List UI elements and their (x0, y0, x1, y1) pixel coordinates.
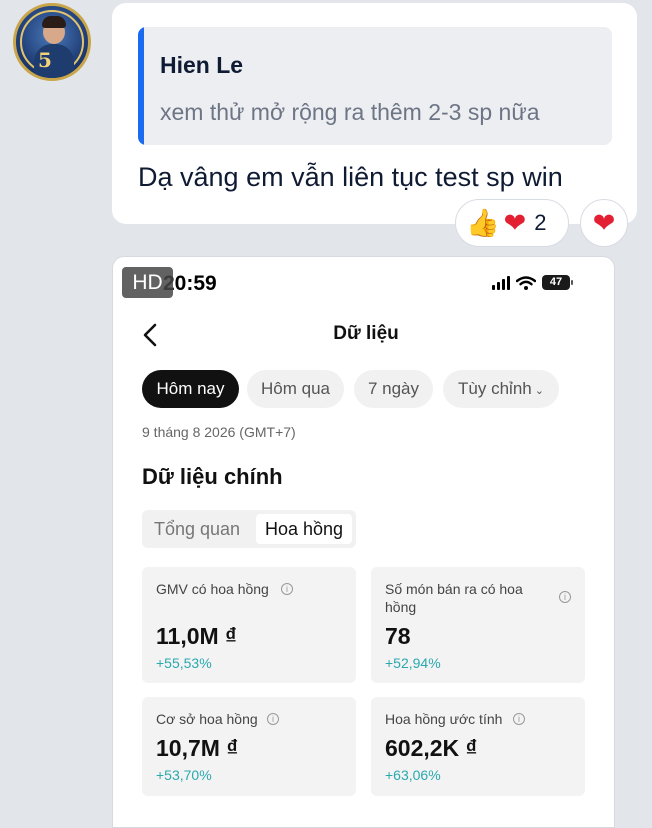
battery-icon: 47 (542, 275, 573, 290)
cellular-signal-icon (492, 276, 510, 290)
thumbs-up-icon: 👍 (466, 207, 500, 239)
metric-title: Cơ sở hoa hồng (156, 711, 258, 727)
metric-change: +53,70% (156, 767, 212, 783)
quote-accent-bar (138, 27, 144, 145)
hd-badge: HD (122, 267, 173, 298)
filter-yesterday[interactable]: Hôm qua (247, 370, 344, 408)
avatar[interactable]: 5 (13, 3, 91, 81)
metric-value: 11,0M ₫ (156, 623, 237, 649)
chevron-down-icon: ⌄ (534, 385, 544, 397)
metric-title: Số món bán ra có hoa hồng (385, 581, 523, 615)
message-text: Dạ vâng em vẫn liên tục test sp win (138, 162, 563, 192)
wifi-icon (516, 276, 536, 290)
metric-value: 78 (385, 623, 411, 649)
section-title: Dữ liệu chính (142, 464, 283, 489)
heart-icon: ❤ (503, 207, 527, 239)
avatar-badge-digit: 5 (38, 48, 52, 72)
filter-label: Hôm qua (261, 379, 330, 398)
tab-overview[interactable]: Tổng quan (154, 519, 240, 540)
status-icons: 47 (492, 275, 573, 290)
reply-quote[interactable]: Hien Le xem thử mở rộng ra thêm 2-3 sp n… (138, 27, 612, 145)
filter-label: Hôm nay (156, 379, 225, 398)
heart-icon: ❤ (592, 207, 616, 239)
filter-label: Tùy chỉnh (458, 379, 532, 398)
filter-label: 7 ngày (367, 379, 420, 398)
metric-title: GMV có hoa hồng (156, 581, 269, 597)
filter-today[interactable]: Hôm nay (142, 370, 239, 408)
metric-value: 602,2K ₫ (385, 735, 478, 761)
segmented-control: Tổng quan Hoa hồng (142, 510, 356, 548)
quote-text: xem thử mở rộng ra thêm 2-3 sp nữa (160, 99, 540, 125)
metric-card-items-sold[interactable]: Số món bán ra có hoa hồng i 78 +52,94% (371, 567, 585, 683)
info-icon[interactable]: i (267, 713, 279, 725)
reaction-group[interactable]: 👍 ❤ 2 (455, 199, 569, 247)
reaction-count: 2 (534, 210, 547, 235)
back-chevron-icon[interactable] (141, 322, 159, 348)
metric-change: +52,94% (385, 655, 441, 671)
filter-custom[interactable]: Tùy chỉnh ⌄ (443, 370, 559, 408)
page-title: Dữ liệu (333, 323, 399, 344)
metric-change: +55,53% (156, 655, 212, 671)
metric-title: Hoa hồng ước tính (385, 711, 503, 727)
quote-author: Hien Le (160, 52, 244, 78)
info-icon[interactable]: i (559, 591, 571, 603)
info-icon[interactable]: i (281, 583, 293, 595)
metric-card-commission-base[interactable]: Cơ sở hoa hồng i 10,7M ₫ +53,70% (142, 697, 356, 796)
info-icon[interactable]: i (513, 713, 525, 725)
avatar-hair (42, 16, 66, 28)
filter-7-days[interactable]: 7 ngày (354, 370, 433, 408)
date-range: 9 tháng 8 2026 (GMT+7) (142, 424, 296, 440)
add-heart-reaction-button[interactable]: ❤ (580, 199, 628, 247)
metric-card-gmv[interactable]: GMV có hoa hồng i 11,0M ₫ +55,53% (142, 567, 356, 683)
metric-value: 10,7M ₫ (156, 735, 239, 761)
metric-change: +63,06% (385, 767, 441, 783)
metric-card-estimated-commission[interactable]: Hoa hồng ước tính i 602,2K ₫ +63,06% (371, 697, 585, 796)
tab-commission[interactable]: Hoa hồng (256, 514, 352, 544)
